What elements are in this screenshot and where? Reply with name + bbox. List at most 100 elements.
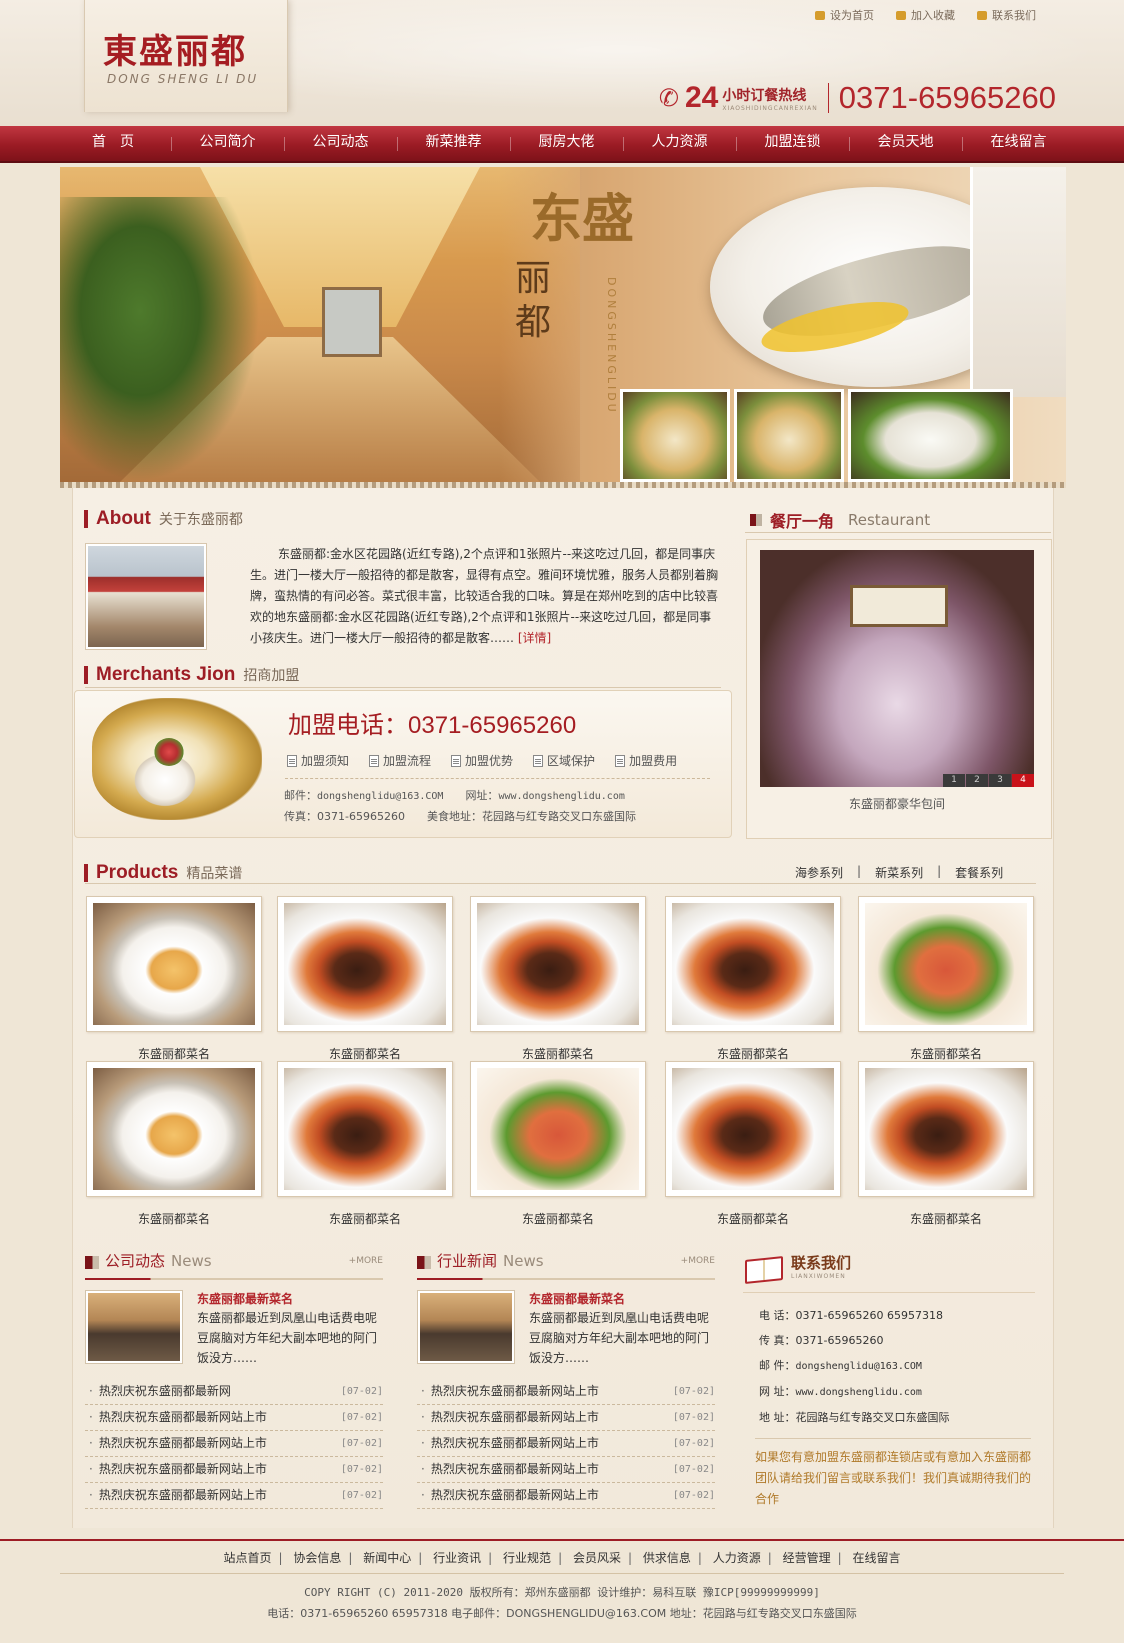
franchise-link-fees[interactable]: 加盟费用 <box>615 752 677 769</box>
product-card[interactable]: 东盛丽都菜名 <box>470 1061 646 1227</box>
product-card[interactable]: 东盛丽都菜名 <box>470 896 646 1062</box>
restaurant-title-cn: 餐厅一角 <box>770 512 835 531</box>
list-item[interactable]: 热烈庆祝东盛丽都最新网站上市[07-02] <box>417 1405 715 1431</box>
footer-link-hr[interactable]: 人力资源 <box>713 1551 761 1565</box>
news-thumbnail[interactable] <box>85 1290 183 1364</box>
product-card[interactable]: 东盛丽都菜名 <box>858 896 1034 1062</box>
franchise-link-advantages[interactable]: 加盟优势 <box>451 752 513 769</box>
nav-company-news[interactable]: 公司动态 <box>284 126 397 161</box>
nav-franchise[interactable]: 加盟连锁 <box>736 126 849 161</box>
list-item[interactable]: 热烈庆祝东盛丽都最新网[07-02] <box>85 1379 383 1405</box>
list-item[interactable]: 热烈庆祝东盛丽都最新网站上市[07-02] <box>85 1483 383 1509</box>
list-item[interactable]: 热烈庆祝东盛丽都最新网站上市[07-02] <box>85 1457 383 1483</box>
restaurant-pager: 1 2 3 4 <box>942 774 1034 787</box>
product-name: 东盛丽都菜名 <box>909 1047 982 1061</box>
banner-title-2: 丽都 <box>515 258 552 343</box>
set-homepage-link[interactable]: 设为首页 <box>815 7 874 23</box>
news-feature-desc: 东盛丽都最近到凤凰山电话费电呢豆腐脑对方年纪大副本吧地的阿门饭没方…… <box>197 1311 378 1365</box>
product-name: 东盛丽都菜名 <box>521 1047 594 1061</box>
product-card[interactable]: 东盛丽都菜名 <box>665 1061 841 1227</box>
footer-link-association[interactable]: 协会信息 <box>293 1551 341 1565</box>
product-image-frame <box>277 896 453 1032</box>
footer-link-news[interactable]: 新闻中心 <box>363 1551 411 1565</box>
nav-members[interactable]: 会员天地 <box>849 126 962 161</box>
footer-link-home[interactable]: 站点首页 <box>223 1551 271 1565</box>
heading-bar <box>84 510 88 528</box>
industry-news-heading: 行业新闻 News +MORE <box>417 1250 715 1274</box>
tab-sea-cucumber[interactable]: 海参系列 <box>795 864 843 881</box>
footer-link-industry-info[interactable]: 行业资讯 <box>433 1551 481 1565</box>
site-header: 東盛丽都 DONG SHENG LI DU 设为首页 加入收藏 联系我们 ✆ 2… <box>0 0 1124 126</box>
list-item[interactable]: 热烈庆祝东盛丽都最新网站上市[07-02] <box>85 1431 383 1457</box>
footer-sep: | <box>627 1551 632 1565</box>
heading-bar <box>84 666 88 684</box>
product-image <box>284 903 446 1025</box>
merchants-dishes-image <box>92 698 262 820</box>
franchise-phone-label: 加盟电话： <box>288 712 408 739</box>
news-thumbnail[interactable] <box>417 1290 515 1364</box>
footer-link-members[interactable]: 会员风采 <box>573 1551 621 1565</box>
news-thumbnail-image <box>420 1293 512 1361</box>
product-image <box>477 1068 639 1190</box>
products-title-cn: 精品菜谱 <box>186 866 243 882</box>
pager-page-4[interactable]: 4 <box>1012 774 1034 787</box>
nav-home[interactable]: 首 页 <box>58 126 171 161</box>
product-card[interactable]: 东盛丽都菜名 <box>858 1061 1034 1227</box>
franchise-link-protection[interactable]: 区域保护 <box>533 752 595 769</box>
nav-new-dishes[interactable]: 新菜推荐 <box>397 126 510 161</box>
list-item[interactable]: 热烈庆祝东盛丽都最新网站上市[07-02] <box>417 1379 715 1405</box>
product-card[interactable]: 东盛丽都菜名 <box>277 896 453 1062</box>
restaurant-photo[interactable] <box>760 550 1034 787</box>
news-feature-title[interactable]: 东盛丽都最新菜名 <box>529 1290 715 1308</box>
restaurant-divider <box>745 532 1051 533</box>
footer-link-standards[interactable]: 行业规范 <box>503 1551 551 1565</box>
product-image-frame <box>86 896 262 1032</box>
list-item[interactable]: 热烈庆祝东盛丽都最新网站上市[07-02] <box>417 1431 715 1457</box>
list-item[interactable]: 热烈庆祝东盛丽都最新网站上市[07-02] <box>417 1483 715 1509</box>
contact-us-link[interactable]: 联系我们 <box>977 7 1036 23</box>
tab-new-dishes[interactable]: 新菜系列 <box>875 864 923 881</box>
tab-set-meals[interactable]: 套餐系列 <box>955 864 1003 881</box>
contact-title-pinyin: LIANXIWOMEN <box>791 1273 846 1280</box>
footer-divider <box>60 1573 1064 1574</box>
merchants-site: 网址：www.dongshenglidu.com <box>465 789 625 802</box>
pager-page-2[interactable]: 2 <box>966 774 988 787</box>
company-news: 公司动态 News +MORE 东盛丽都最新菜名 东盛丽都最近到凤凰山电话费电呢… <box>85 1250 383 1509</box>
product-image <box>93 903 255 1025</box>
nav-hr[interactable]: 人力资源 <box>623 126 736 161</box>
franchise-link-notice[interactable]: 加盟须知 <box>287 752 349 769</box>
franchise-phone-number: 0371-65965260 <box>408 712 577 739</box>
nav-company-intro[interactable]: 公司简介 <box>171 126 284 161</box>
product-image-frame <box>86 1061 262 1197</box>
product-card[interactable]: 东盛丽都菜名 <box>86 896 262 1062</box>
footer-link-guestbook[interactable]: 在线留言 <box>853 1551 901 1565</box>
company-news-more-link[interactable]: +MORE <box>349 1256 383 1266</box>
logo-english: DONG SHENG LI DU <box>107 72 259 86</box>
banner-palm <box>60 197 260 482</box>
pager-page-1[interactable]: 1 <box>943 774 965 787</box>
industry-news-more-link[interactable]: +MORE <box>681 1256 715 1266</box>
merchants-dash-line <box>285 778 710 779</box>
nav-guestbook[interactable]: 在线留言 <box>962 126 1075 161</box>
merchants-title-en: Merchants Jion <box>96 664 236 685</box>
product-card[interactable]: 东盛丽都菜名 <box>86 1061 262 1227</box>
news-feature-title[interactable]: 东盛丽都最新菜名 <box>197 1290 383 1308</box>
add-favorite-link[interactable]: 加入收藏 <box>896 7 955 23</box>
list-item[interactable]: 热烈庆祝东盛丽都最新网站上市[07-02] <box>417 1457 715 1483</box>
footer-link-management[interactable]: 经营管理 <box>783 1551 831 1565</box>
franchise-link-process[interactable]: 加盟流程 <box>369 752 431 769</box>
footer-link-supply[interactable]: 供求信息 <box>643 1551 691 1565</box>
about-more-link[interactable]: [详情] <box>518 631 551 645</box>
about-photo[interactable] <box>85 543 207 650</box>
industry-news-title: 行业新闻 <box>437 1252 498 1270</box>
pager-page-3[interactable]: 3 <box>989 774 1011 787</box>
product-image <box>672 903 834 1025</box>
contact-divider <box>743 1292 1035 1293</box>
product-image-frame <box>470 896 646 1032</box>
product-card[interactable]: 东盛丽都菜名 <box>665 896 841 1062</box>
list-item[interactable]: 热烈庆祝东盛丽都最新网站上市[07-02] <box>85 1405 383 1431</box>
products-title-en: Products <box>96 862 179 883</box>
nav-chefs[interactable]: 厨房大佬 <box>510 126 623 161</box>
logo[interactable]: 東盛丽都 DONG SHENG LI DU <box>84 0 288 112</box>
product-card[interactable]: 东盛丽都菜名 <box>277 1061 453 1227</box>
